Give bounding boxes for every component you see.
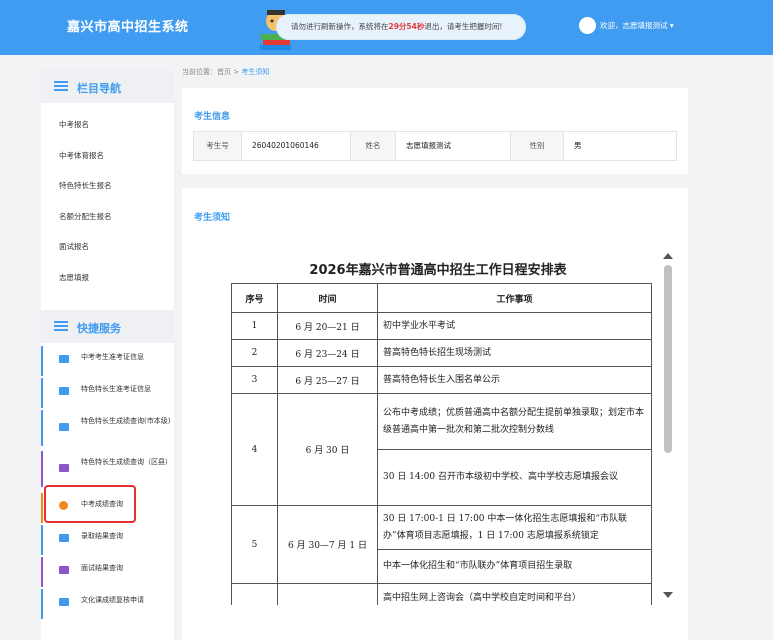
service-label: 录取结果查询 <box>81 532 123 540</box>
row-no: 4 <box>231 393 278 506</box>
scroll-down-arrow-icon[interactable] <box>663 592 673 598</box>
row-no: 1 <box>231 312 278 340</box>
breadcrumb-separator: > <box>233 68 240 76</box>
service-label: 文化课成绩复核申请 <box>81 596 144 604</box>
row-item: 30 日 14:00 召开市本级初中学校、高中学校志愿填报会议 <box>377 449 652 506</box>
student-name-label: 姓名 <box>351 132 396 160</box>
column-header-items: 工作事项 <box>377 283 652 313</box>
row-time: 6 月 30 日 <box>277 393 378 506</box>
row-item: 中本一体化招生和“市队联办”体育项目招生录取 <box>377 549 652 584</box>
grid-icon <box>59 423 69 431</box>
schedule-table: 序号 时间 工作事项 1 6 月 20—21 日 初中学业水平考试 2 6 月 … <box>231 283 652 605</box>
user-avatar[interactable] <box>579 17 596 34</box>
student-gender-label: 性别 <box>511 132 564 160</box>
service-label: 特色特长生成绩查询(市本级) <box>81 417 171 425</box>
site-title: 嘉兴市高中招生系统 <box>67 20 189 35</box>
breadcrumb: 当前位置：首页 > 考生须知 <box>182 67 269 77</box>
breadcrumb-prefix: 当前位置： <box>182 68 217 76</box>
table-row: 高中招生网上咨询会（高中学校自定时间和平台） <box>231 583 652 605</box>
column-header-no: 序号 <box>231 283 278 313</box>
row-item: 普高特色特长生入围名单公示 <box>377 366 652 394</box>
nav-section-header: 栏目导航 <box>41 70 174 103</box>
column-header-time: 时间 <box>277 283 378 313</box>
card-icon <box>59 355 69 363</box>
sidebar-item-pe-registration[interactable]: 中考体育报名 <box>59 150 104 161</box>
row-no: 5 <box>231 505 278 584</box>
row-time <box>277 583 378 605</box>
list-icon <box>54 81 68 92</box>
sidebar-item-exam-registration[interactable]: 中考报名 <box>59 119 89 130</box>
service-label: 特色特长生成绩查询（区县） <box>81 458 172 466</box>
service-specialty-admission-ticket[interactable]: 特色特长生准考证信息 <box>41 378 174 408</box>
student-info-title: 考生信息 <box>194 112 231 122</box>
notice-suffix: 退出，请考生把握时间! <box>424 22 503 31</box>
table-row: 2 6 月 23—24 日 普高特色特长招生现场测试 <box>231 339 652 367</box>
student-name-value: 志愿填报测试 <box>396 132 511 160</box>
scrollbar-thumb[interactable] <box>664 265 672 453</box>
table-row: 5 6 月 30—7 月 1 日 30 日 17:00-1 日 17:00 中本… <box>231 505 652 584</box>
student-info-table: 考生号 26040201060146 姓名 志愿填报测试 性别 男 <box>193 131 677 161</box>
card-icon <box>59 598 69 606</box>
top-header-bar: 嘉兴市高中招生系统 请勿进行刷新操作，系统将在29分54秒退出，请考生把握时间!… <box>0 0 773 55</box>
service-specialty-score-county[interactable]: 特色特长生成绩查询（区县） <box>41 451 174 487</box>
service-score-review-application[interactable]: 文化课成绩复核申请 <box>41 589 174 619</box>
list-icon <box>54 321 68 332</box>
row-item: 初中学业水平考试 <box>377 312 652 340</box>
mail-icon <box>59 566 69 574</box>
row-item: 普高特色特长招生现场测试 <box>377 339 652 367</box>
table-row: 1 6 月 20—21 日 初中学业水平考试 <box>231 312 652 340</box>
sidebar-item-interview-registration[interactable]: 面试报名 <box>59 241 89 252</box>
service-interview-result-query[interactable]: 面试结果查询 <box>41 557 174 587</box>
notice-title: 考生须知 <box>194 213 231 223</box>
sidebar: 栏目导航 中考报名 中考体育报名 特色特长生报名 名额分配生报名 面试报名 志愿… <box>41 70 174 640</box>
row-item: 高中招生网上咨询会（高中学校自定时间和平台） <box>377 583 652 605</box>
service-exam-admission-ticket[interactable]: 中考考生准考证信息 <box>41 346 174 376</box>
user-menu[interactable]: 欢迎，志愿填报测试 ▾ <box>600 20 674 31</box>
service-label: 面试结果查询 <box>81 564 123 572</box>
row-time: 6 月 23—24 日 <box>277 339 378 367</box>
notice-prefix: 请勿进行刷新操作，系统将在 <box>291 22 389 31</box>
row-no: 3 <box>231 366 278 394</box>
notice-document-viewer[interactable]: 2026年嘉兴市普通高中招生工作日程安排表 序号 时间 工作事项 1 6 月 2… <box>218 245 658 605</box>
service-specialty-score-city[interactable]: 特色特长生成绩查询(市本级) <box>41 410 174 446</box>
services-section-header: 快捷服务 <box>41 310 174 343</box>
card-icon <box>59 387 69 395</box>
services-section-title: 快捷服务 <box>77 322 121 335</box>
row-item: 30 日 17:00-1 日 17:00 中本一体化招生志愿填报和“市队联办”体… <box>377 505 652 550</box>
scroll-up-arrow-icon[interactable] <box>663 253 673 259</box>
countdown-time: 29分54秒 <box>388 22 425 31</box>
sidebar-item-volunteer-filling[interactable]: 志愿填报 <box>59 272 89 283</box>
breadcrumb-home-link[interactable]: 首页 <box>217 68 231 76</box>
sidebar-item-quota-registration[interactable]: 名额分配生报名 <box>59 211 112 222</box>
breadcrumb-current: 考生须知 <box>241 68 270 76</box>
service-admission-result-query[interactable]: 录取结果查询 <box>41 525 174 555</box>
row-time: 6 月 30—7 月 1 日 <box>277 505 378 584</box>
grid-icon <box>59 464 69 472</box>
row-no: 2 <box>231 339 278 367</box>
service-label: 特色特长生准考证信息 <box>81 385 151 393</box>
sidebar-item-specialty-registration[interactable]: 特色特长生报名 <box>59 180 112 191</box>
service-label: 中考考生准考证信息 <box>81 353 144 361</box>
highlight-annotation-box <box>44 485 136 523</box>
document-title: 2026年嘉兴市普通高中招生工作日程安排表 <box>309 263 567 278</box>
mail-icon <box>59 534 69 542</box>
student-gender-value: 男 <box>574 141 582 150</box>
student-id-value: 26040201060146 <box>242 132 351 160</box>
table-row: 4 6 月 30 日 公布中考成绩；优质普通高中名额分配生提前单独录取；划定市本… <box>231 393 652 506</box>
table-row: 3 6 月 25—27 日 普高特色特长生入围名单公示 <box>231 366 652 394</box>
row-time: 6 月 25—27 日 <box>277 366 378 394</box>
row-time: 6 月 20—21 日 <box>277 312 378 340</box>
row-item: 公布中考成绩；优质普通高中名额分配生提前单独录取；划定市本级普通高中第一批次和第… <box>377 393 652 450</box>
row-no <box>231 583 278 605</box>
nav-section-title: 栏目导航 <box>77 82 121 95</box>
countdown-notice: 请勿进行刷新操作，系统将在29分54秒退出，请考生把握时间! <box>276 14 526 40</box>
student-id-label: 考生号 <box>194 132 242 160</box>
